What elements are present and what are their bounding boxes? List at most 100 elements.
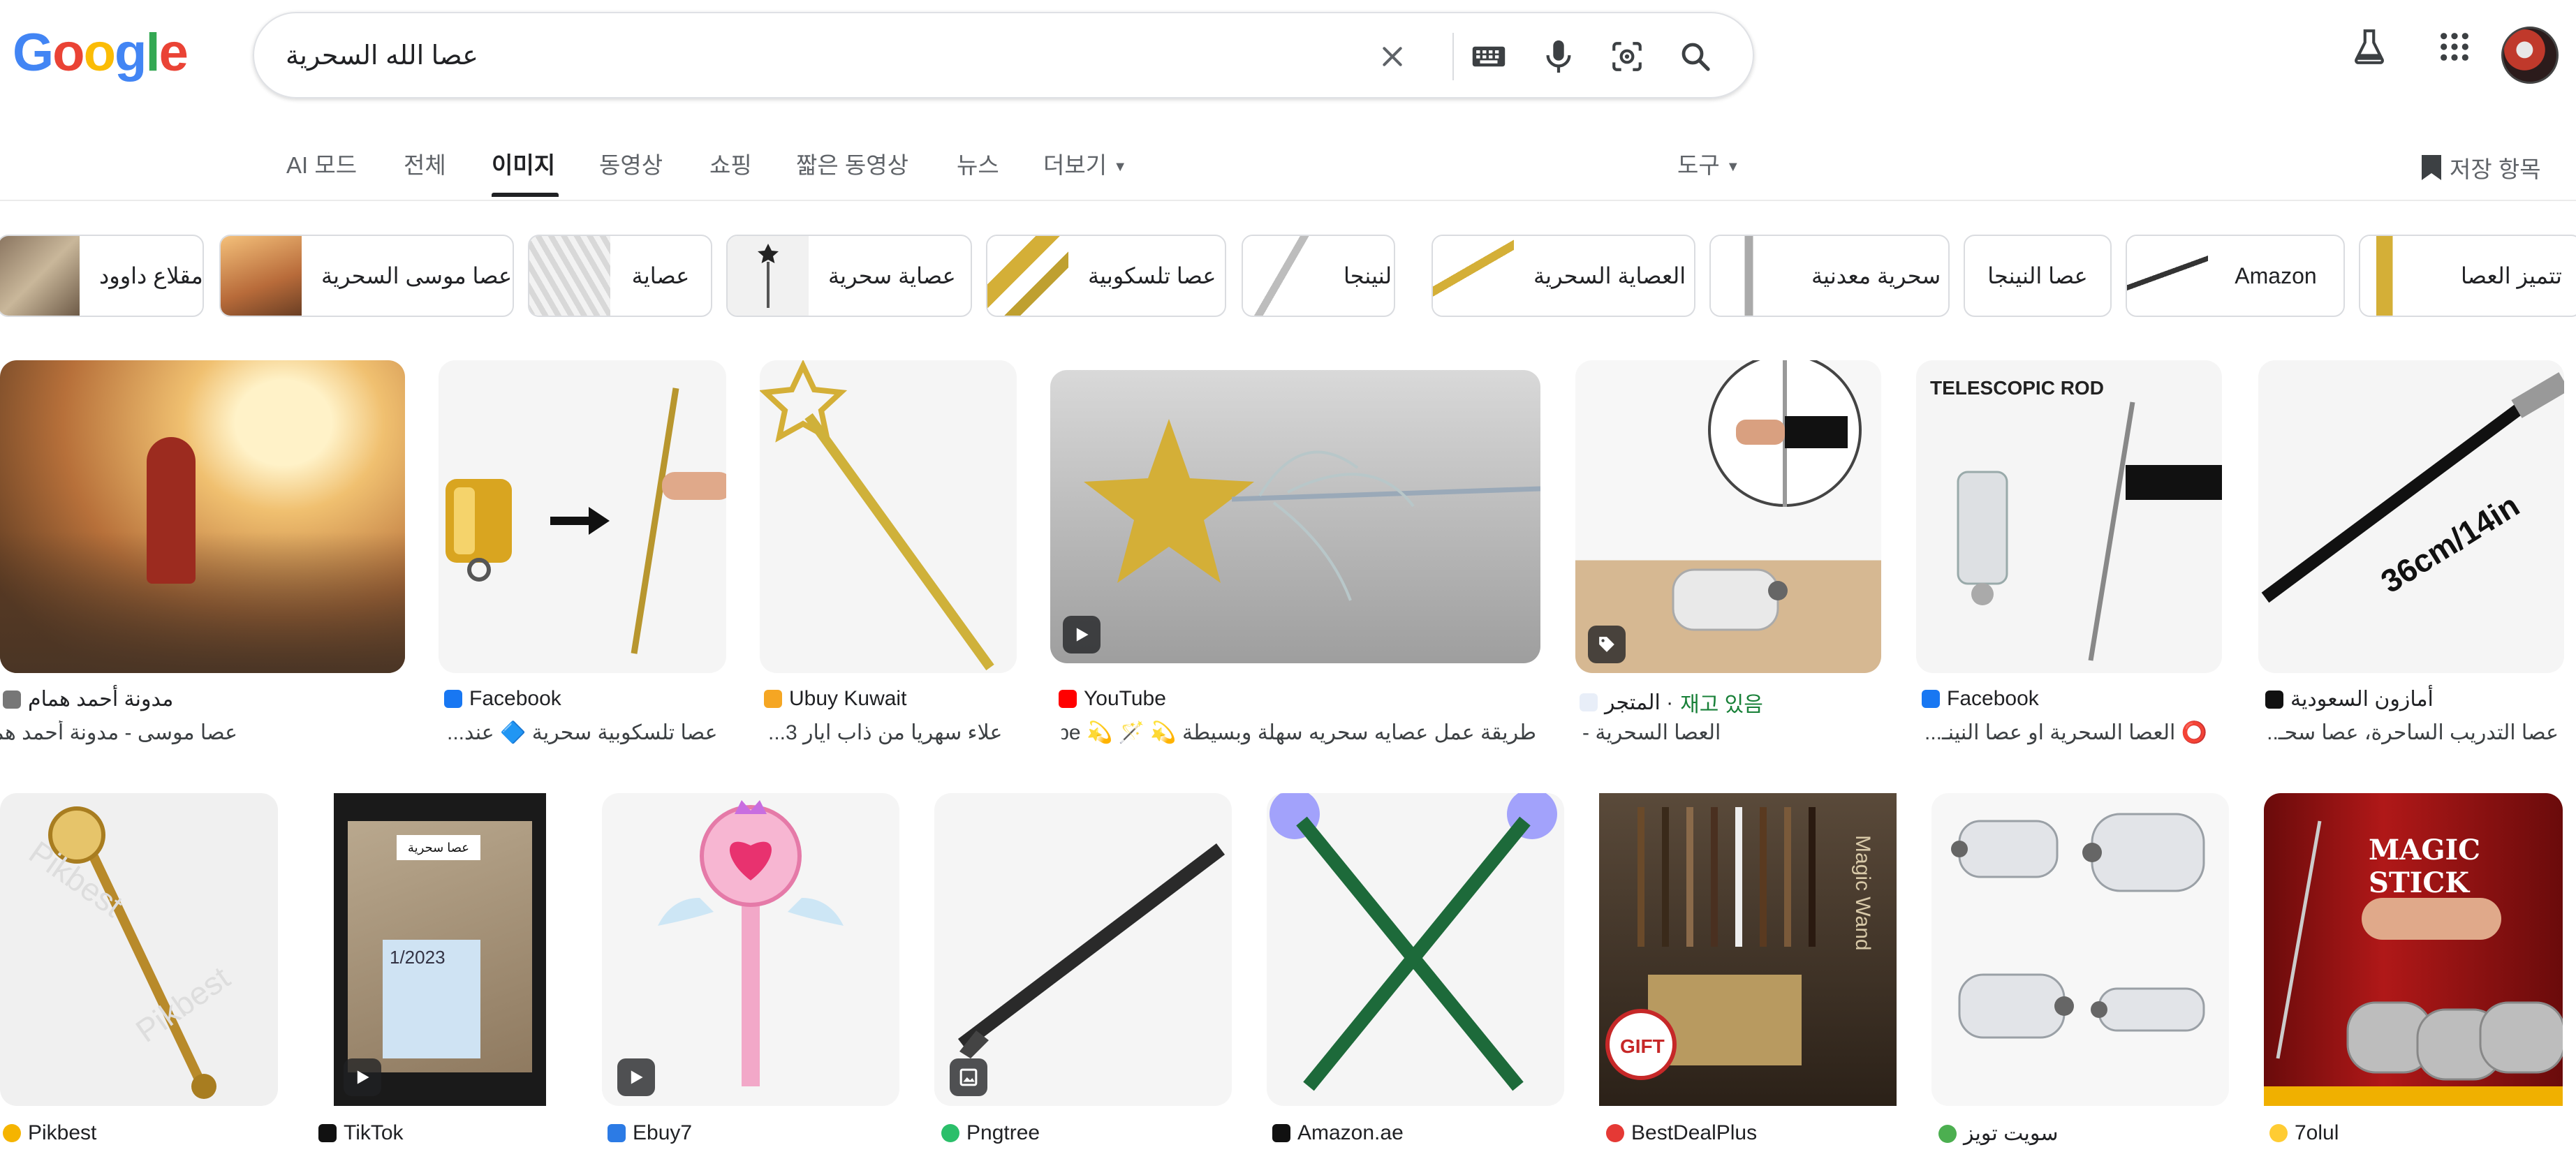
result-source[interactable]: TikTok (318, 1121, 404, 1145)
tab-images[interactable]: 이미지 (492, 147, 555, 180)
chip-5[interactable]: النينجا (1242, 235, 1395, 317)
result-title[interactable]: العصا السحرية - (1582, 721, 1750, 745)
search-box[interactable]: عصا الله السحرية (253, 12, 1754, 98)
chip-thumb (728, 236, 809, 316)
facebook-favicon (444, 690, 462, 708)
chip-10[interactable]: تتميز العصا (2359, 235, 2576, 317)
search-query[interactable]: عصا الله السحرية (286, 40, 478, 71)
person-favicon (3, 690, 21, 709)
result-source[interactable]: BestDealPlus (1606, 1121, 1757, 1145)
chip-7[interactable]: سحرية معدنية (1709, 235, 1950, 317)
chip-label: عصاية (631, 263, 690, 288)
tab-more[interactable]: 더보기 ▼ (1043, 147, 1127, 180)
result-source[interactable]: Pikbest (3, 1121, 96, 1145)
emoji-favicon (2269, 1124, 2288, 1142)
chip-4[interactable]: عصا تلسكوبية (986, 235, 1226, 317)
result-image[interactable] (1575, 360, 1881, 673)
google-logo[interactable]: Google (13, 27, 189, 80)
account-avatar[interactable] (2501, 27, 2559, 84)
result-source[interactable]: المتجر · 재고 있음 (1580, 687, 1763, 718)
result-title[interactable]: عصا موسى - مدونة أحمد همام (0, 721, 237, 745)
search-icon[interactable] (1675, 36, 1716, 77)
ebuy-favicon (608, 1124, 626, 1142)
tab-all[interactable]: 전체 (404, 147, 446, 180)
result-image[interactable] (1050, 370, 1540, 663)
chip-0[interactable]: مقلاع داوود (0, 235, 204, 317)
result-image[interactable] (1931, 793, 2229, 1106)
result-source-name: Amazon.ae (1297, 1121, 1404, 1144)
result-image[interactable] (602, 793, 899, 1106)
play-icon (631, 1070, 643, 1084)
tools-label: 도구 (1677, 152, 1720, 178)
chip-thumb (0, 236, 80, 316)
store-favicon (1580, 693, 1598, 711)
image-badge (950, 1058, 987, 1096)
result-source[interactable]: أمازون السعودية (2265, 687, 2434, 711)
result-image[interactable]: 36cm/14in (2258, 360, 2564, 673)
video-badge (344, 1058, 381, 1096)
result-source-name: أمازون السعودية (2290, 688, 2434, 711)
result-title[interactable]: طريقة عمل عصايه سحريه سهلة وبسيطة 💫 🪄 💫 … (1061, 721, 1536, 745)
chip-label: عصا موسى السحرية (321, 263, 513, 288)
image-caption: TELESCOPIC ROD (1930, 377, 2104, 399)
result-title[interactable]: علاء سهريا من ذاب ايار 3... (768, 721, 1006, 745)
result-source-name: مدونة أحمد همام (28, 688, 174, 711)
result-source[interactable]: سويت تويز (1938, 1121, 2059, 1146)
result-title[interactable]: عصا التدريب الساحرة، عصا سحـ... (2265, 721, 2559, 745)
result-source[interactable]: Ebuy7 (608, 1121, 692, 1145)
result-image[interactable]: GIFT Magic Wand (1599, 793, 1897, 1106)
image-icon (959, 1068, 978, 1086)
chip-1[interactable]: عصا موسى السحرية (219, 235, 514, 317)
chip-label: النينجا (1344, 263, 1395, 288)
result-image[interactable] (439, 360, 726, 673)
chip-2[interactable]: عصاية (528, 235, 712, 317)
labs-flask-icon[interactable] (2345, 22, 2394, 71)
bookmark-icon (2422, 155, 2441, 180)
result-image[interactable] (0, 360, 405, 673)
result-source-name: المتجر · (1605, 691, 1674, 714)
result-title[interactable]: ⭕ العصا السحرية او عصا النينـ... (1924, 721, 2218, 745)
result-title[interactable]: عصا تلسكوبية سحرية 🔷 عند... (447, 721, 719, 745)
play-icon (357, 1070, 369, 1084)
search-divider (1452, 33, 1454, 80)
chip-thumb (1711, 236, 1792, 316)
chip-9[interactable]: Amazon (2126, 235, 2345, 317)
chip-6[interactable]: العصاية السحرية (1431, 235, 1695, 317)
result-source[interactable]: Facebook (444, 687, 561, 711)
chip-thumb (2127, 236, 2208, 316)
tab-short-videos[interactable]: 짧은 동영상 (796, 147, 908, 180)
result-source[interactable]: Facebook (1922, 687, 2039, 711)
result-image[interactable]: TELESCOPIC ROD (1916, 360, 2222, 673)
tab-ai-mode[interactable]: AI 모드 (286, 147, 357, 180)
microphone-icon[interactable] (1538, 36, 1580, 77)
tab-videos[interactable]: 동영상 (599, 147, 663, 180)
result-source[interactable]: Pngtree (941, 1121, 1040, 1145)
result-source[interactable]: مدونة أحمد همام (3, 687, 173, 711)
keyboard-icon[interactable] (1468, 36, 1510, 77)
apps-grid-icon[interactable] (2430, 22, 2479, 71)
camera-lens-icon[interactable] (1606, 36, 1648, 77)
amazon-favicon (2265, 690, 2283, 709)
result-source[interactable]: Ubuy Kuwait (764, 687, 906, 711)
active-tab-indicator (492, 193, 559, 197)
result-image[interactable]: عصا سحرية 1/2023 (334, 793, 546, 1106)
chip-thumb (1243, 236, 1324, 316)
clear-icon[interactable] (1371, 36, 1413, 77)
result-image[interactable]: MAGIC STICK (2264, 793, 2563, 1106)
tab-news[interactable]: 뉴스 (957, 147, 999, 180)
result-source[interactable]: Amazon.ae (1272, 1121, 1404, 1145)
result-image[interactable]: Pikbest Pikbest (0, 793, 278, 1106)
result-image[interactable] (760, 360, 1017, 673)
tag-icon (1599, 637, 1614, 652)
tab-shopping[interactable]: 쇼핑 (709, 147, 752, 180)
chip-8[interactable]: عصا النينجا (1964, 235, 2112, 317)
result-image[interactable] (934, 793, 1232, 1106)
pikbest-favicon (3, 1124, 21, 1142)
chip-3[interactable]: عصاية سحرية (726, 235, 972, 317)
result-source-name: Pngtree (966, 1121, 1040, 1144)
saved-items-button[interactable]: 저장 항목 (2420, 151, 2541, 184)
result-image[interactable] (1267, 793, 1564, 1106)
result-source[interactable]: YouTube (1059, 687, 1166, 711)
tools-button[interactable]: 도구 ▼ (1677, 147, 1740, 180)
result-source[interactable]: 7olul (2269, 1121, 2339, 1145)
